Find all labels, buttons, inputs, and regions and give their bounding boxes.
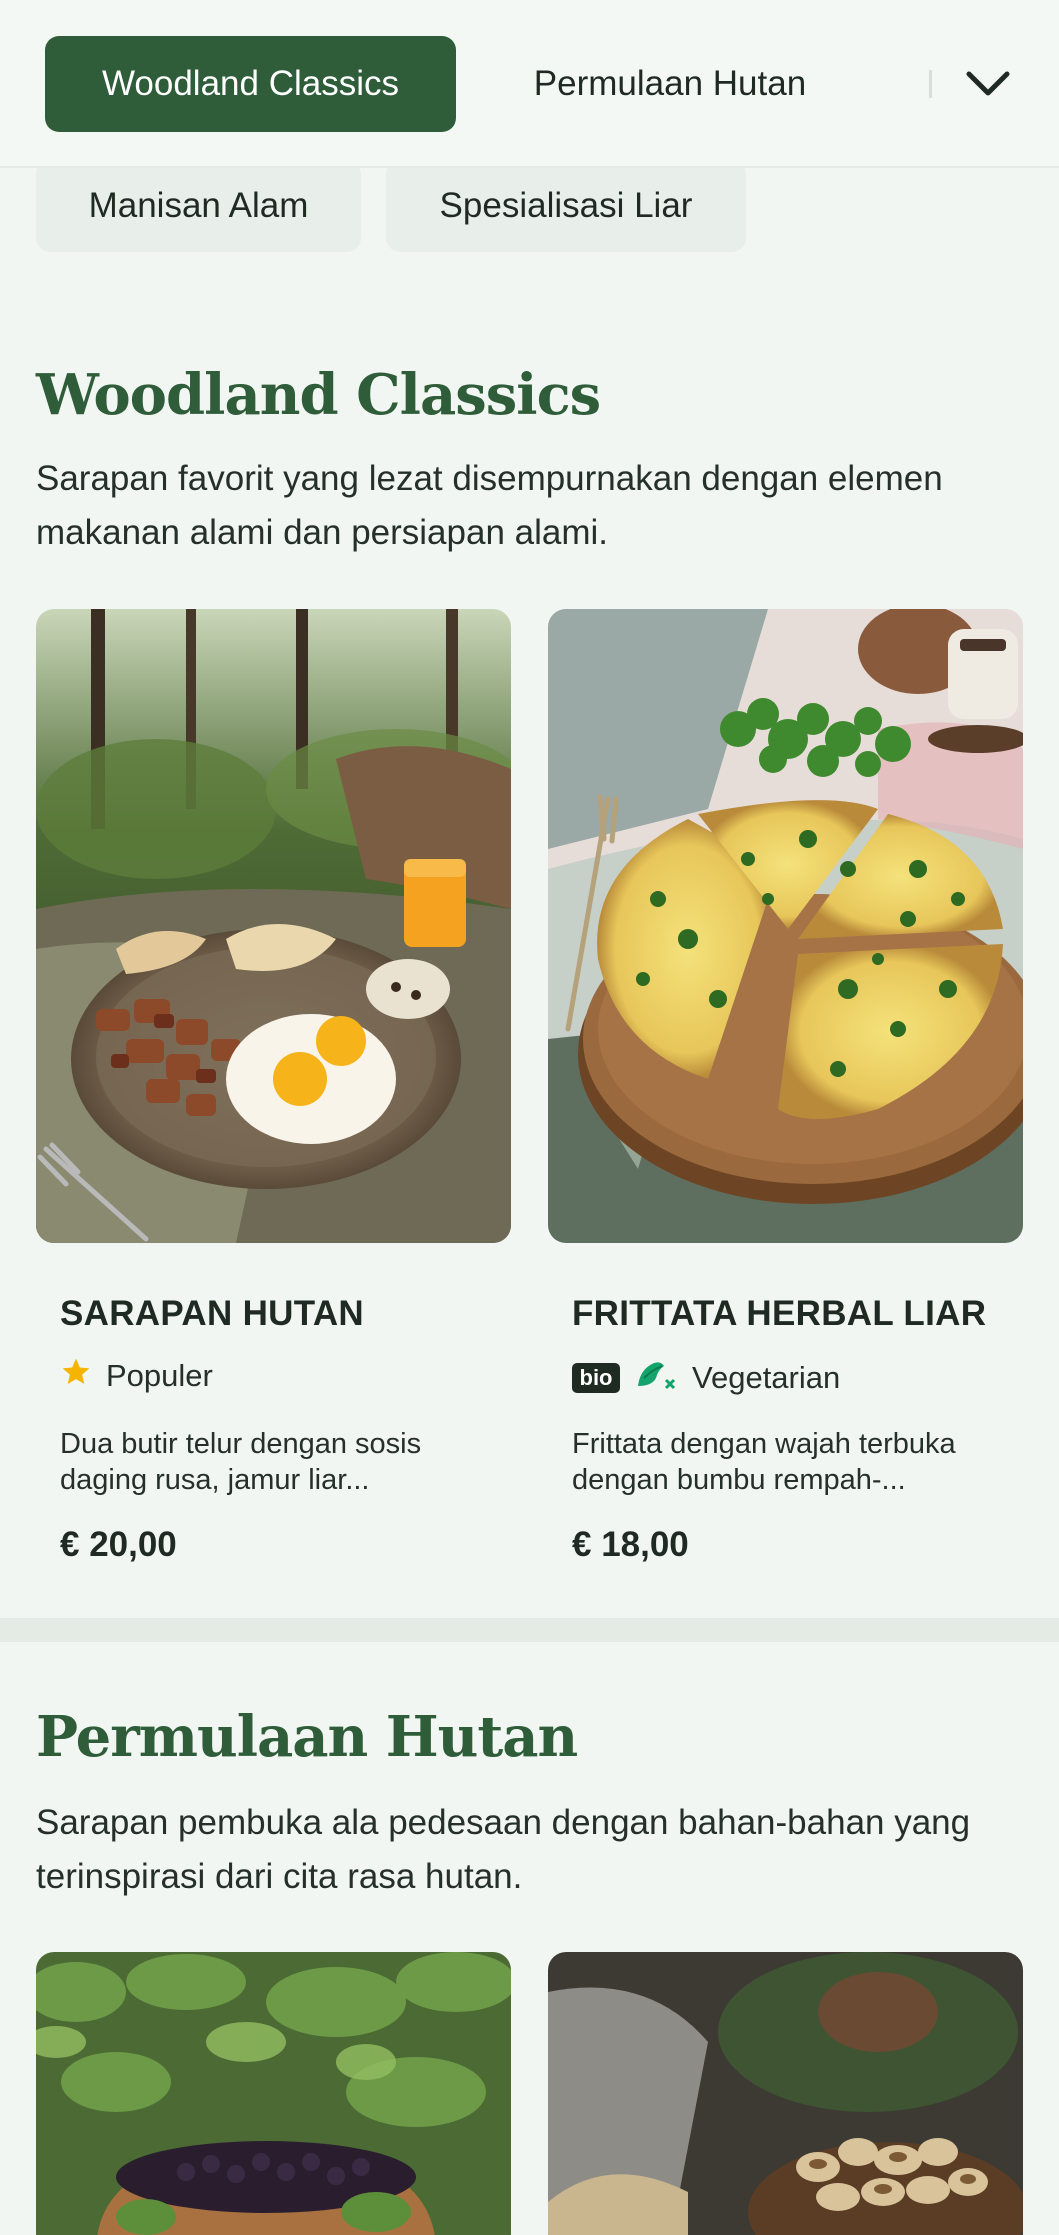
tab-label: Woodland Classics — [102, 64, 399, 103]
tab-label: Permulaan Hutan — [533, 64, 807, 103]
chip-label: Spesialisasi Liar — [439, 186, 693, 225]
menu-item-tags: Populer — [60, 1356, 213, 1396]
tab-divider — [929, 70, 932, 98]
section-divider — [0, 1618, 1059, 1642]
menu-item-description: Frittata dengan wajah terbuka dengan bum… — [572, 1428, 956, 1496]
chevron-down-icon[interactable] — [960, 56, 1016, 112]
menu-item-image[interactable] — [36, 1952, 511, 2235]
chip-label: Manisan Alam — [88, 186, 309, 225]
chip-manisan-alam[interactable]: Manisan Alam — [36, 160, 361, 252]
menu-item-tags: bio Vegetarian — [572, 1356, 840, 1400]
category-nav: Woodland Classics Permulaan Hutan — [0, 0, 1059, 168]
vegetarian-icon — [634, 1356, 678, 1400]
tag-label: Populer — [106, 1358, 213, 1393]
menu-item-image[interactable] — [36, 609, 511, 1243]
section-title: Permulaan Hutan — [36, 1704, 578, 1770]
bio-badge: bio — [572, 1363, 620, 1393]
menu-item-price: € 20,00 — [60, 1525, 177, 1564]
menu-item-image[interactable] — [548, 1952, 1023, 2235]
menu-item-name: SARAPAN HUTAN — [60, 1294, 364, 1333]
menu-item-name: FRITTATA HERBAL LIAR — [572, 1294, 987, 1333]
section-title: Woodland Classics — [36, 362, 601, 428]
tab-woodland-classics[interactable]: Woodland Classics — [45, 36, 456, 132]
star-icon — [60, 1356, 92, 1396]
tag-label: Vegetarian — [692, 1360, 841, 1395]
section-description: Sarapan pembuka ala pedesaan dengan baha… — [36, 1803, 971, 1896]
menu-item-price: € 18,00 — [572, 1525, 689, 1564]
section-description: Sarapan favorit yang lezat disempurnakan… — [36, 459, 943, 552]
tab-permulaan-hutan[interactable]: Permulaan Hutan — [490, 36, 850, 132]
chip-spesialisasi-liar[interactable]: Spesialisasi Liar — [386, 160, 746, 252]
menu-item-image[interactable] — [548, 609, 1023, 1243]
menu-item-description: Dua butir telur dengan sosis daging rusa… — [60, 1428, 422, 1496]
